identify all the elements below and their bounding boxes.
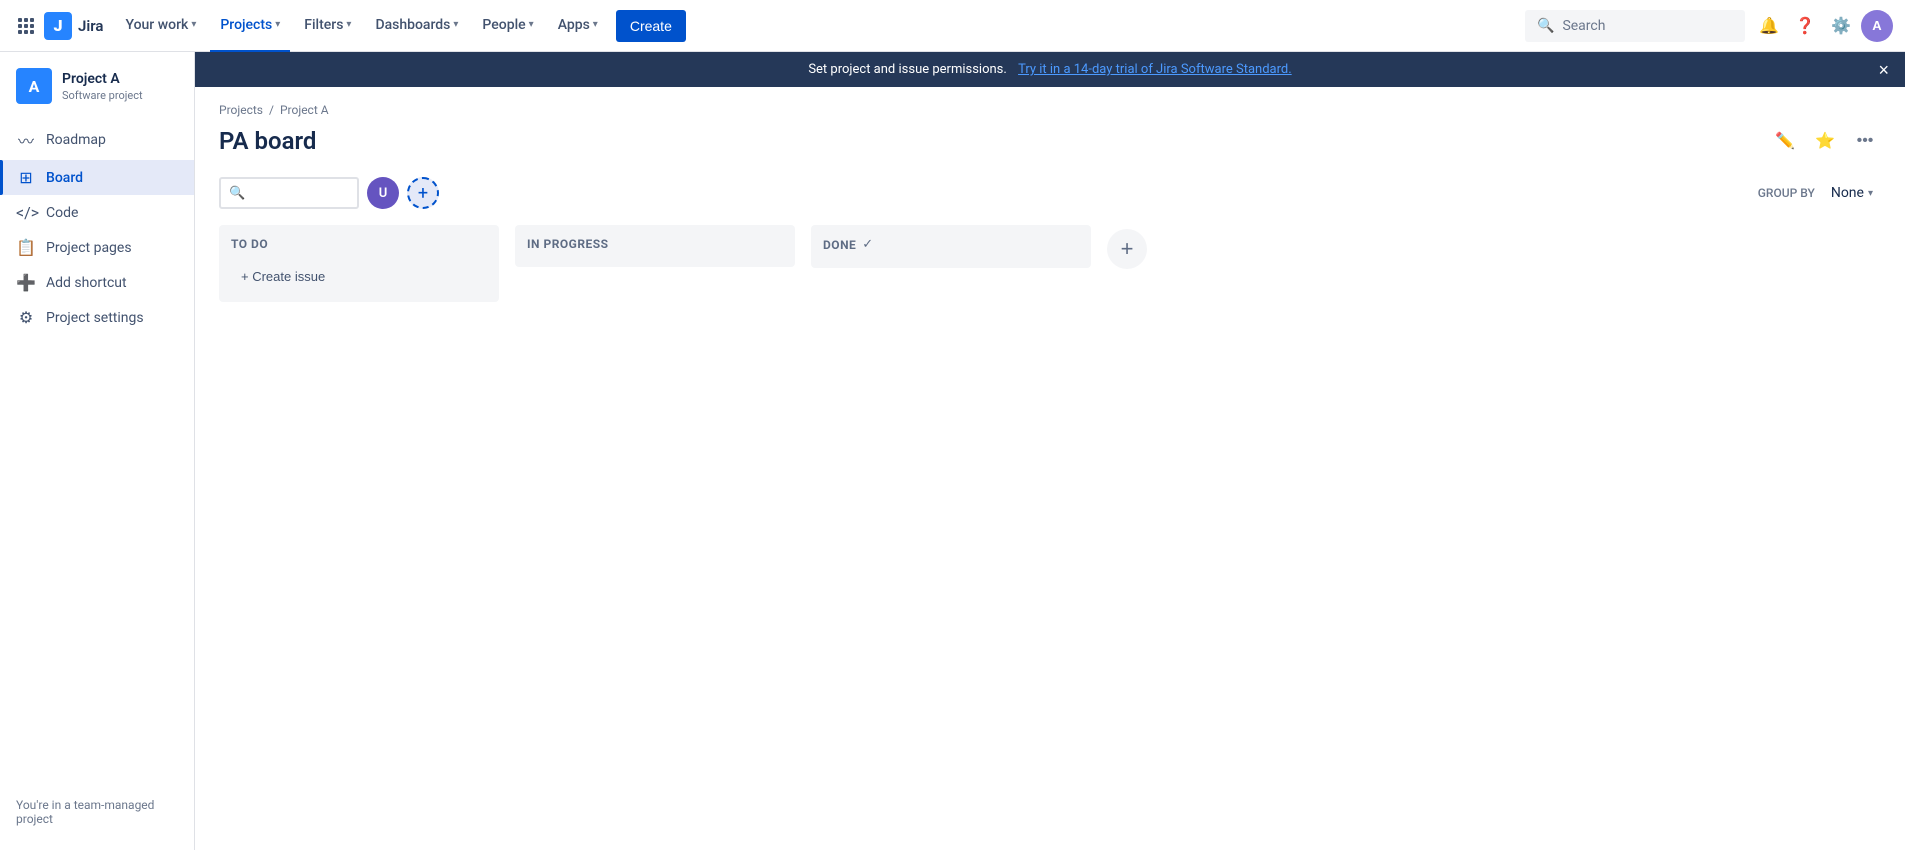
star-icon-button[interactable]: ⭐	[1809, 125, 1841, 157]
column-todo: TO DO + Create issue	[219, 225, 499, 302]
sidebar-item-board[interactable]: ⊞ Board	[0, 160, 194, 195]
pages-icon: 📋	[16, 238, 36, 257]
code-icon: </>	[16, 203, 36, 222]
roadmap-icon: 〰	[16, 128, 36, 152]
app-layout: A Project A Software project 〰 Roadmap ⊞…	[0, 52, 1905, 850]
add-shortcut-icon: ➕	[16, 273, 36, 292]
search-icon: 🔍	[1537, 18, 1554, 34]
nav-projects[interactable]: Projects ▾	[210, 0, 290, 52]
breadcrumb: Projects / Project A	[219, 87, 1881, 125]
notifications-button[interactable]: 🔔	[1753, 10, 1785, 42]
group-by-chevron-icon: ▾	[1868, 188, 1873, 199]
group-by-label: GROUP BY	[1758, 186, 1815, 200]
settings-icon: ⚙	[16, 308, 36, 327]
group-by-dropdown[interactable]: None ▾	[1823, 181, 1881, 205]
user-avatar-button[interactable]: A	[1861, 10, 1893, 42]
project-icon: A	[16, 68, 52, 104]
column-done-title: DONE	[823, 238, 856, 252]
create-issue-button[interactable]: + Create issue	[231, 263, 487, 290]
search-placeholder: Search	[1562, 18, 1605, 34]
help-button[interactable]: ❓	[1789, 10, 1821, 42]
board-toolbar: 🔍 U + GROUP BY None ▾	[219, 177, 1881, 209]
edit-icon-button[interactable]: ✏️	[1769, 125, 1801, 157]
member-avatar-1[interactable]: U	[367, 177, 399, 209]
board-area: Projects / Project A PA board ✏️ ⭐ ••• 🔍	[195, 87, 1905, 850]
jira-logo-text: Jira	[78, 17, 103, 35]
sidebar-item-code[interactable]: </> Code	[0, 195, 194, 230]
column-in-progress-title: IN PROGRESS	[527, 237, 609, 251]
sidebar-footer: You're in a team-managed project	[0, 782, 194, 842]
nav-dashboards[interactable]: Dashboards ▾	[365, 0, 468, 52]
page-title: PA board	[219, 127, 316, 155]
banner-close-button[interactable]: ×	[1878, 61, 1889, 79]
sidebar: A Project A Software project 〰 Roadmap ⊞…	[0, 52, 195, 850]
sidebar-item-add-shortcut[interactable]: ➕ Add shortcut	[0, 265, 194, 300]
board-search-input[interactable]	[251, 185, 349, 201]
column-todo-header: TO DO	[231, 237, 487, 251]
page-header-actions: ✏️ ⭐ •••	[1769, 125, 1881, 157]
board-icon: ⊞	[16, 168, 36, 187]
board-search-box[interactable]: 🔍	[219, 177, 359, 209]
nav-filters[interactable]: Filters ▾	[294, 0, 361, 52]
sidebar-project-name: Project A	[62, 70, 143, 88]
sidebar-project-header: A Project A Software project	[0, 68, 194, 120]
settings-button[interactable]: ⚙️	[1825, 10, 1857, 42]
people-chevron-icon: ▾	[529, 19, 534, 30]
sidebar-item-project-settings[interactable]: ⚙ Project settings	[0, 300, 194, 335]
dashboards-chevron-icon: ▾	[453, 19, 458, 30]
column-todo-title: TO DO	[231, 237, 268, 251]
add-member-button[interactable]: +	[407, 177, 439, 209]
more-options-button[interactable]: •••	[1849, 125, 1881, 157]
column-done-header: DONE ✓	[823, 237, 1079, 252]
grid-icon	[18, 18, 34, 34]
page-header: PA board ✏️ ⭐ •••	[219, 125, 1881, 157]
jira-logo[interactable]: J Jira	[44, 12, 103, 40]
sidebar-item-project-pages[interactable]: 📋 Project pages	[0, 230, 194, 265]
kanban-board: TO DO + Create issue IN PROGRESS	[219, 225, 1881, 302]
jira-logo-mark: J	[44, 12, 72, 40]
projects-chevron-icon: ▾	[275, 19, 280, 30]
trial-banner: Set project and issue permissions. Try i…	[195, 52, 1905, 87]
top-navigation: J Jira Your work ▾ Projects ▾ Filters ▾ …	[0, 0, 1905, 52]
trial-banner-link[interactable]: Try it in a 14-day trial of Jira Softwar…	[1018, 62, 1292, 77]
sidebar-project-type: Software project	[62, 89, 143, 102]
main-content: Set project and issue permissions. Try i…	[195, 52, 1905, 850]
column-in-progress: IN PROGRESS	[515, 225, 795, 267]
topnav-icon-group: 🔔 ❓ ⚙️ A	[1753, 10, 1893, 42]
apps-chevron-icon: ▾	[593, 19, 598, 30]
column-in-progress-header: IN PROGRESS	[527, 237, 783, 251]
breadcrumb-project-a[interactable]: Project A	[280, 103, 329, 117]
nav-your-work[interactable]: Your work ▾	[115, 0, 206, 52]
column-done: DONE ✓	[811, 225, 1091, 268]
add-column-button[interactable]: +	[1107, 229, 1147, 269]
apps-grid-button[interactable]	[12, 12, 40, 40]
breadcrumb-separator: /	[269, 103, 274, 117]
board-search-icon: 🔍	[229, 186, 245, 201]
done-check-icon: ✓	[862, 237, 873, 252]
project-info: Project A Software project	[62, 70, 143, 101]
search-box[interactable]: 🔍 Search	[1525, 10, 1745, 42]
create-button[interactable]: Create	[616, 10, 686, 42]
your-work-chevron-icon: ▾	[191, 19, 196, 30]
nav-apps[interactable]: Apps ▾	[548, 0, 608, 52]
filters-chevron-icon: ▾	[346, 19, 351, 30]
nav-people[interactable]: People ▾	[472, 0, 543, 52]
breadcrumb-projects[interactable]: Projects	[219, 103, 263, 117]
sidebar-item-roadmap[interactable]: 〰 Roadmap	[0, 120, 194, 160]
